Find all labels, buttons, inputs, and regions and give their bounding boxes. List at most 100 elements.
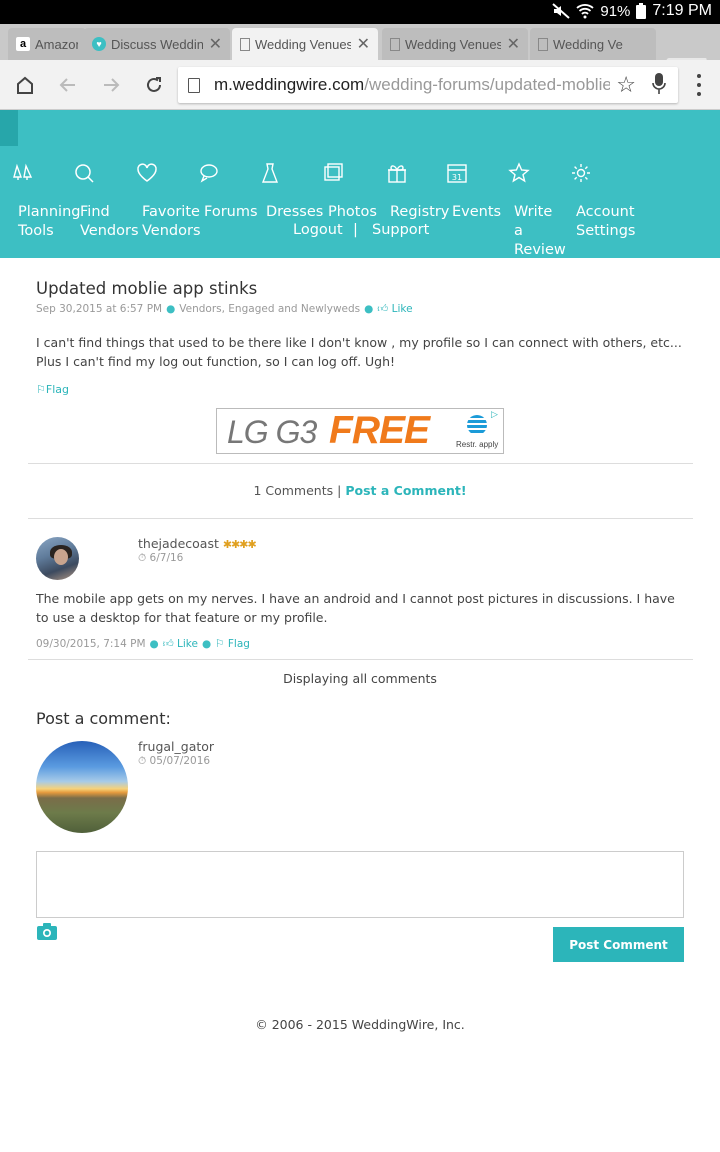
address-bar[interactable]: m.weddingwire.com/wedding-forums/updated… [178,67,678,103]
displaying-all-comments: Displaying all comments [283,671,437,686]
url-path: /wedding-forums/updated-moblie- [364,75,610,94]
comments-bar: 1 Comments | Post a Comment! [0,483,720,498]
reload-icon[interactable] [141,72,167,98]
comment-meta: 09/30/2015, 7:14 PM ● 👍︎ Like ● ⚐ Flag [36,637,250,650]
clock: 7:19 PM [652,2,712,19]
post-flag-button[interactable]: ⚐Flag [36,383,69,396]
nav-separator: | [353,222,358,238]
dress-icon[interactable] [259,162,281,184]
close-icon[interactable]: ✕ [209,34,222,54]
post-comment-button[interactable]: Post Comment [553,927,684,962]
page-info-icon[interactable] [188,77,200,93]
wifi-icon [576,4,594,19]
browser-menu-icon[interactable] [692,74,706,96]
adchoices-icon[interactable]: ▷ [491,410,501,420]
nav-favorite-vendors[interactable]: Favorite Vendors [142,203,202,241]
rating-stars-icon: ✱✱✱✱ [222,538,257,551]
camera-icon[interactable] [36,923,58,941]
status-bar-right: 91% 7:19 PM [552,2,712,20]
tab-amazon[interactable]: a Amazon [8,28,86,60]
post-title: Updated moblie app stinks [36,279,258,298]
clock-icon: ⏱ [138,755,147,767]
clock-icon: ⏱ [138,552,147,564]
tab-label: Discuss Wedding [111,36,203,52]
nav-registry[interactable]: Registry [390,203,449,222]
heart-icon[interactable] [136,162,158,184]
nav-photos[interactable]: Photos [328,203,377,222]
divider [28,659,693,660]
search-icon[interactable] [73,162,95,184]
battery-icon [636,3,647,19]
post-category[interactable]: Vendors, Engaged and Newlyweds [179,303,360,315]
tab-label: Wedding Venues [405,36,501,52]
nav-forums[interactable]: Forums [204,203,258,222]
post-a-comment-link[interactable]: Post a Comment! [345,483,466,498]
mute-icon [552,3,571,19]
calendar-icon[interactable]: 31 [446,162,468,184]
current-user-date: 05/07/2016 [149,755,211,767]
bullet-icon: ● [149,638,159,650]
svg-text:31: 31 [452,173,462,182]
post-body: I can't find things that used to be ther… [36,335,682,369]
home-icon[interactable] [12,72,38,98]
post-date: Sep 30,2015 at 6:57 PM [36,303,163,315]
comment-body: The mobile app gets on my nerves. I have… [36,591,675,625]
bullet-icon: ● [364,303,374,315]
tab-label: Wedding Ve [553,36,623,52]
gear-icon[interactable] [570,162,592,184]
flag-icon: ⚐ [215,638,225,650]
nav-account-settings[interactable]: Account Settings [576,203,638,241]
microphone-icon[interactable] [652,73,666,95]
bells-icon[interactable] [12,162,34,184]
close-icon[interactable]: ✕ [357,34,370,54]
tab-wedding-venues-active[interactable]: Wedding Venues ✕ [232,28,378,60]
avatar[interactable] [36,537,79,580]
page-icon [240,37,250,51]
post-like-button[interactable]: 👍︎ Like [377,303,412,315]
bookmark-star-icon[interactable]: ☆ [616,73,636,98]
close-icon[interactable]: ✕ [507,34,520,54]
current-username[interactable]: frugal_gator [138,739,214,754]
nav-planning-tools[interactable]: Planning Tools [18,203,80,241]
nav-logout[interactable]: Logout [293,221,343,240]
like-label: Like [177,638,198,650]
url-text[interactable]: m.weddingwire.com/wedding-forums/updated… [214,75,610,95]
comment-author[interactable]: thejadecoast ✱✱✱✱ [138,536,257,551]
comments-separator: | [337,483,342,498]
photos-icon[interactable] [322,162,344,184]
att-logo-icon [467,415,487,435]
post-comment-heading: Post a comment: [36,709,171,728]
nav-dresses[interactable]: Dresses [266,203,323,222]
nav-support[interactable]: Support [372,221,429,240]
footer-copyright: © 2006 - 2015 WeddingWire, Inc. [255,1017,465,1032]
flag-label: Flag [227,638,250,650]
status-bar: 91% 7:19 PM [0,0,720,24]
nav-events[interactable]: Events [452,203,501,222]
back-icon[interactable] [55,72,81,98]
chat-bubbles-icon[interactable] [198,162,220,184]
amazon-icon: a [16,37,30,51]
bullet-icon: ● [166,303,176,315]
tab-label: Amazon [35,36,78,52]
star-icon[interactable] [508,162,530,184]
comment-username: thejadecoast [138,536,219,551]
tab-label: Wedding Venues [255,36,351,52]
comment-flag-button[interactable]: ⚐ Flag [215,638,250,650]
tab-wedding-venues-3[interactable]: Wedding Ve [530,28,656,60]
post-meta: Sep 30,2015 at 6:57 PM ● Vendors, Engaged … [36,302,413,315]
current-user-date-row: ⏱ 05/07/2016 [138,755,210,768]
tab-discuss-wedding[interactable]: ♥ Discuss Wedding ✕ [84,28,230,60]
comment-date: 6/7/16 [149,552,184,564]
ad-banner[interactable]: LG G3 FREE Restr. apply ▷ [216,408,504,454]
brand-logo[interactable] [0,110,18,146]
like-label: Like [391,303,413,315]
page-icon [390,37,400,51]
forward-icon[interactable] [98,72,124,98]
comment-like-button[interactable]: 👍︎ Like [163,638,198,650]
nav-find-vendors[interactable]: Find Vendors [80,203,140,241]
avatar[interactable] [36,741,128,833]
comment-textarea[interactable] [36,851,684,918]
gift-icon[interactable] [386,162,408,184]
nav-write-review[interactable]: Write a Review [514,203,566,260]
tab-wedding-venues-2[interactable]: Wedding Venues ✕ [382,28,528,60]
